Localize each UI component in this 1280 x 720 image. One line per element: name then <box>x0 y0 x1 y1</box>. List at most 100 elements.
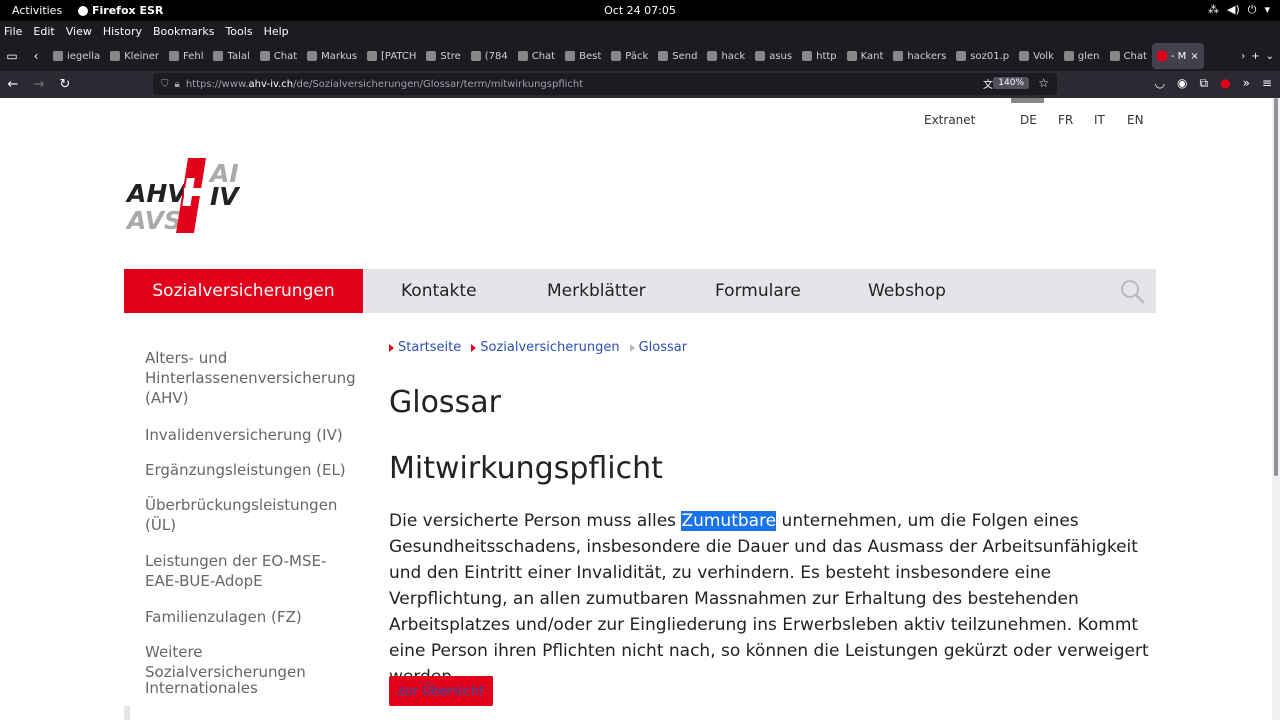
menu-edit[interactable]: Edit <box>33 25 54 38</box>
pocket-icon[interactable]: ◡ <box>1155 76 1165 91</box>
reload-icon[interactable]: ↻ <box>52 77 78 92</box>
browser-tab[interactable]: glen <box>1059 43 1105 69</box>
browser-tab[interactable]: asus <box>750 43 797 69</box>
menu-tools[interactable]: Tools <box>225 25 252 38</box>
ahv-iv-logo[interactable]: AHV AVS AI IV <box>124 158 269 236</box>
nav-formulare[interactable]: Formulare <box>715 269 801 313</box>
browser-tab[interactable]: soz01.p <box>951 43 1014 69</box>
browser-tab[interactable]: Kant <box>842 43 889 69</box>
browser-tab[interactable]: Stre <box>421 43 465 69</box>
menu-view[interactable]: View <box>66 25 92 38</box>
url-bar[interactable]: ⛉ 🔒︎ https://www.ahv-iv.ch/de/Sozialvers… <box>153 73 1057 95</box>
breadcrumb-sozialversicherungen[interactable]: Sozialversicherungen <box>480 340 619 355</box>
browser-tab[interactable]: Kleiner <box>105 43 164 69</box>
breadcrumb-item[interactable]: Startseite <box>389 340 461 355</box>
hamburger-menu-icon[interactable]: ≡ <box>1262 76 1272 91</box>
url-text[interactable]: https://www.ahv-iv.ch/de/Sozialversicher… <box>186 79 583 90</box>
browser-tab[interactable]: [PATCH <box>362 43 421 69</box>
tab-overview-icon[interactable]: ▭ <box>0 49 24 63</box>
favicon-icon <box>53 51 63 61</box>
menu-file[interactable]: File <box>4 25 22 38</box>
close-tab-icon[interactable]: × <box>1190 51 1198 62</box>
scroll-tabs-left-icon[interactable]: ‹ <box>24 49 48 63</box>
logo-avs: AVS <box>125 206 182 235</box>
browser-tab[interactable]: Send <box>653 43 702 69</box>
browser-tab[interactable]: hackers <box>888 43 951 69</box>
tab-label: Kant <box>860 50 884 62</box>
sidenav-internationales[interactable]: Internationales <box>145 678 360 698</box>
tab-label: Send <box>672 50 698 62</box>
menu-history[interactable]: History <box>103 25 142 38</box>
tab-label: Volk <box>1033 50 1054 62</box>
page-title: Glossar <box>389 385 501 420</box>
menu-bookmarks[interactable]: Bookmarks <box>153 25 214 38</box>
lang-it-link[interactable]: IT <box>1094 113 1105 127</box>
browser-tab[interactable]: Chat <box>513 43 560 69</box>
forward-icon[interactable]: → <box>26 77 52 92</box>
page-scrollbar[interactable] <box>1272 98 1280 720</box>
favicon-icon <box>893 51 904 61</box>
favicon-icon <box>169 51 179 61</box>
overview-button[interactable]: zur Übersicht <box>389 676 493 706</box>
system-tray[interactable]: ⁂ ◀) ⏻ ▾ <box>1208 3 1270 17</box>
browser-tab[interactable]: Päck <box>606 43 653 69</box>
browser-tab[interactable]: Chat <box>255 43 302 69</box>
sidenav-el[interactable]: Ergänzungsleistungen (EL) <box>145 460 360 480</box>
menu-help[interactable]: Help <box>264 25 289 38</box>
lang-de-link[interactable]: DE <box>1020 113 1037 127</box>
breadcrumb: Startseite Sozialversicherungen Glossar <box>389 340 687 355</box>
sidenav-fz[interactable]: Familienzulagen (FZ) <box>145 607 360 627</box>
breadcrumb-item[interactable]: Sozialversicherungen <box>471 340 620 355</box>
nav-kontakte[interactable]: Kontakte <box>401 269 477 313</box>
browser-tab[interactable]: iegella <box>48 43 105 69</box>
browser-tab[interactable]: - M × <box>1151 43 1204 69</box>
browser-tab[interactable]: Markus <box>302 43 362 69</box>
back-icon[interactable]: ← <box>0 77 26 92</box>
search-icon[interactable] <box>1120 279 1146 305</box>
new-tab-icon[interactable]: + <box>1251 51 1259 62</box>
scroll-tabs-right-icon[interactable]: › <box>1241 51 1245 62</box>
sidenav-ahv[interactable]: Alters- und Hinterlassenenversicherung (… <box>145 348 360 408</box>
tab-label: Best <box>579 50 602 62</box>
addon-icon[interactable]: ● <box>1220 76 1230 91</box>
sidenav-uel[interactable]: Überbrückungsleistungen (ÜL) <box>145 495 360 535</box>
breadcrumb-item[interactable]: Glossar <box>629 340 688 355</box>
nav-sozialversicherungen[interactable]: Sozialversicherungen <box>124 269 363 313</box>
extensions-icon[interactable]: ⧉ <box>1200 76 1209 91</box>
sidenav-weitere[interactable]: Weitere Sozialversicherungen <box>145 642 360 682</box>
browser-tab[interactable]: Volk <box>1014 43 1059 69</box>
browser-tab[interactable]: (784 <box>466 43 513 69</box>
browser-tab[interactable]: http <box>797 43 842 69</box>
overflow-icon[interactable]: » <box>1243 76 1250 91</box>
favicon-icon <box>802 51 813 61</box>
browser-tab[interactable]: hack <box>702 43 750 69</box>
extranet-link[interactable]: Extranet <box>924 113 975 127</box>
lang-fr-link[interactable]: FR <box>1058 113 1073 127</box>
zoom-level[interactable]: 140% <box>993 77 1029 89</box>
browser-tab[interactable]: Chat <box>1105 43 1152 69</box>
bookmark-star-icon[interactable]: ☆ <box>1038 76 1049 90</box>
breadcrumb-startseite[interactable]: Startseite <box>398 340 461 355</box>
clock[interactable]: Oct 24 07:05 <box>0 4 1280 17</box>
tab-label: - M <box>1170 50 1187 62</box>
list-tabs-icon[interactable]: ⌄ <box>1266 51 1274 62</box>
nav-merkblaetter[interactable]: Merkblätter <box>547 269 646 313</box>
sidenav-eo[interactable]: Leistungen der EO-MSE-EAE-BUE-AdopE <box>145 551 360 591</box>
tab-label: Päck <box>625 50 649 62</box>
breadcrumb-glossar[interactable]: Glossar <box>639 340 688 355</box>
account-icon[interactable]: ◉ <box>1177 76 1187 91</box>
lock-icon[interactable]: 🔒︎ <box>175 79 180 90</box>
favicon-icon <box>565 51 576 61</box>
scrollbar-thumb[interactable] <box>1274 98 1278 476</box>
browser-tab[interactable]: Fehl <box>164 43 208 69</box>
browser-tab[interactable]: Talal <box>208 43 254 69</box>
sidenav-iv[interactable]: Invalidenversicherung (IV) <box>145 425 360 445</box>
shield-icon[interactable]: ⛉ <box>161 79 169 90</box>
nav-webshop[interactable]: Webshop <box>868 269 946 313</box>
lang-en-link[interactable]: EN <box>1127 113 1144 127</box>
translate-icon[interactable]: 文 <box>983 76 993 91</box>
browser-tab[interactable]: Best <box>560 43 606 69</box>
selected-text[interactable]: Zumutbare <box>681 511 777 531</box>
tab-label: Talal <box>227 50 250 62</box>
menu-bar: File Edit View History Bookmarks Tools H… <box>0 21 1280 41</box>
